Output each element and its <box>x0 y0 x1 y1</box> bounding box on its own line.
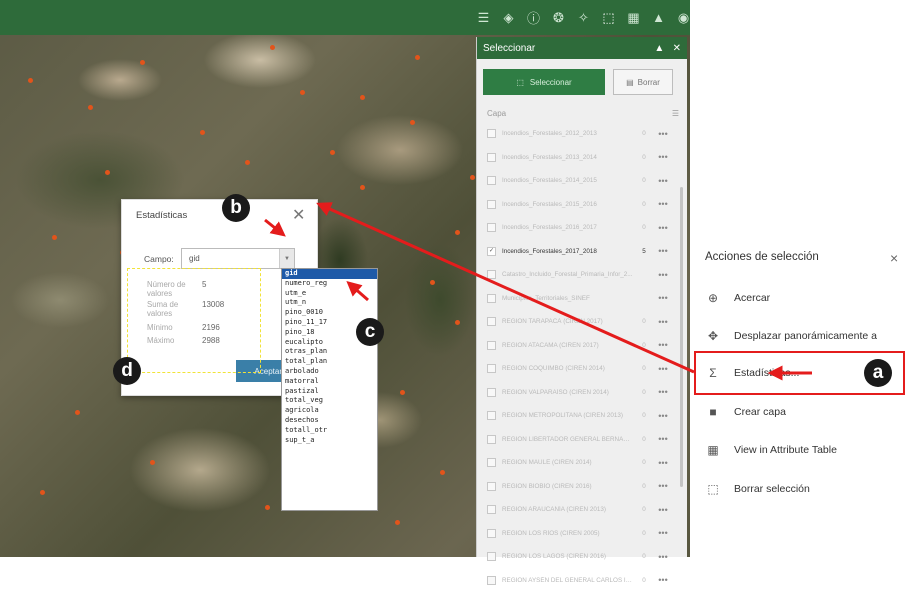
more-icon[interactable]: ••• <box>654 575 672 585</box>
callout-d: d <box>113 357 141 385</box>
annotation-arrows <box>0 0 905 557</box>
layer-name: REGIÓN AYSÉN DEL GENERAL CARLOS IBA... <box>502 577 634 584</box>
layer-count: 0 <box>634 577 654 584</box>
layer-row[interactable]: REGIÓN AYSÉN DEL GENERAL CARLOS IBA...0•… <box>477 569 687 592</box>
callout-c: c <box>356 318 384 346</box>
arrow-c <box>352 286 368 300</box>
callout-b: b <box>222 194 250 222</box>
arrow-b <box>265 220 280 232</box>
callout-a: a <box>864 359 892 387</box>
arrow-to-dialog <box>323 206 694 372</box>
layer-checkbox[interactable] <box>487 576 496 585</box>
